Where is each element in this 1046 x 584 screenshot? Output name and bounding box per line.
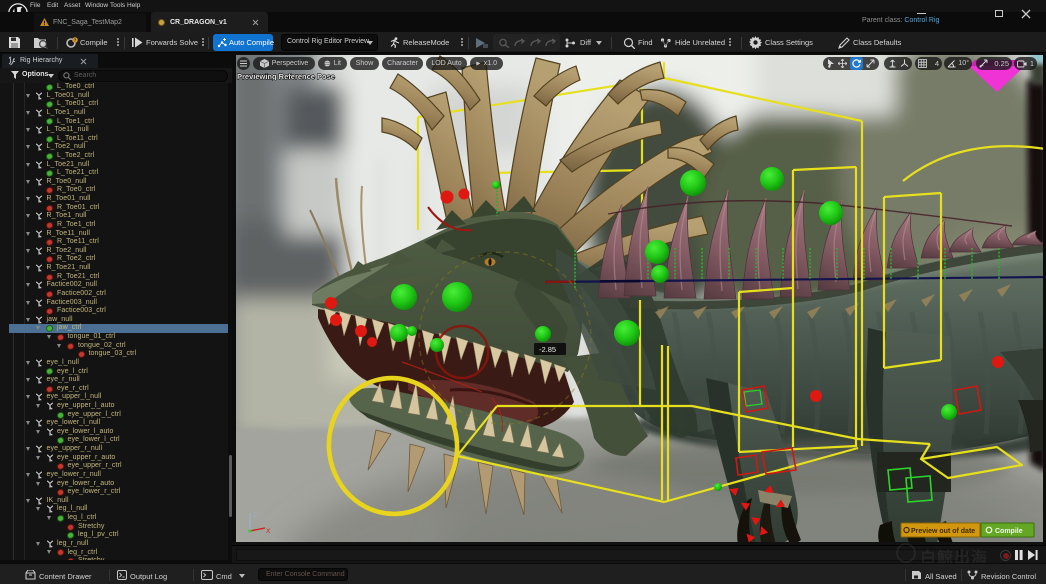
svg-text:Z: Z <box>253 512 257 519</box>
svg-text:-2.85: -2.85 <box>539 345 556 354</box>
svg-text:Compile: Compile <box>995 528 1023 535</box>
svg-text:Previewing Reference Pose: Previewing Reference Pose <box>237 72 335 81</box>
svg-text:?: ? <box>74 38 77 43</box>
svg-text:Preview out of date: Preview out of date <box>911 528 975 535</box>
svg-text:X: X <box>266 528 271 535</box>
